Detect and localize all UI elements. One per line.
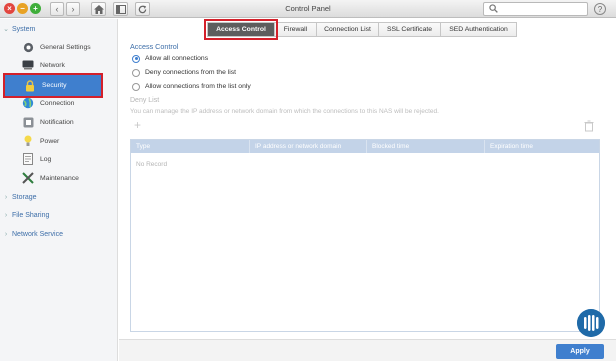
column-header-blocked-time[interactable]: Blocked time: [367, 140, 485, 153]
sidebar-section-network-service[interactable]: › Network Service: [0, 228, 63, 240]
apply-button[interactable]: Apply: [556, 344, 604, 359]
empty-table-message: No Record: [136, 161, 168, 168]
deny-list-title: Deny List: [130, 97, 160, 104]
sidebar-item-network[interactable]: Network: [22, 56, 116, 74]
sidebar-item-label: Log: [40, 155, 52, 163]
sidebar-item-general-settings[interactable]: General Settings: [22, 38, 116, 56]
tab-connection-list[interactable]: Connection List: [317, 22, 379, 37]
deny-list-option[interactable]: Deny connections from the list: [132, 67, 236, 78]
tools-icon: [22, 172, 34, 184]
chevron-right-icon: ›: [4, 193, 8, 201]
sidebar-item-label: General Settings: [40, 43, 91, 51]
tab-firewall[interactable]: Firewall: [275, 22, 317, 37]
sidebar-item-label: Maintenance: [40, 174, 79, 182]
footer-bar: Apply: [119, 339, 616, 361]
table-header: Type IP address or network domain Blocke…: [131, 140, 599, 153]
tab-ssl-certificate[interactable]: SSL Certificate: [379, 22, 441, 37]
chevron-right-icon: ›: [4, 230, 8, 238]
search-icon: [489, 4, 498, 13]
help-button[interactable]: ?: [594, 3, 606, 15]
sidebar-item-connection[interactable]: Connection: [22, 94, 116, 112]
sidebar-item-power[interactable]: Power: [22, 132, 116, 150]
brand-logo-icon: [577, 309, 605, 337]
tab-bar: Access Control Firewall Connection List …: [204, 19, 517, 40]
access-control-title: Access Control: [130, 42, 179, 51]
column-header-ip-address[interactable]: IP address or network domain: [250, 140, 367, 153]
plus-icon: +: [133, 118, 141, 132]
sidebar-section-file-sharing[interactable]: › File Sharing: [0, 209, 50, 221]
deny-list-description: You can manage the IP address or network…: [130, 108, 439, 115]
sidebar-item-label: Security: [42, 82, 67, 89]
tab-sed-authentication[interactable]: SED Authentication: [441, 22, 517, 37]
radio-button[interactable]: [132, 54, 140, 63]
sidebar: ⌄ System General Settings Network Securi…: [0, 19, 118, 361]
sidebar-item-label: Network: [40, 61, 65, 69]
network-icon: [22, 59, 34, 71]
main-content: Access Control Firewall Connection List …: [119, 19, 616, 361]
radio-button[interactable]: [132, 68, 140, 77]
lock-icon: [24, 79, 36, 92]
sidebar-section-label: Network Service: [12, 230, 63, 238]
sidebar-item-label: Connection: [40, 99, 75, 107]
sidebar-item-label: Notification: [40, 118, 74, 126]
add-button[interactable]: +: [130, 119, 145, 132]
power-icon: [22, 135, 34, 147]
log-icon: [22, 153, 34, 165]
globe-icon: [22, 97, 34, 109]
search-input[interactable]: [483, 2, 588, 16]
sidebar-item-maintenance[interactable]: Maintenance: [22, 169, 116, 187]
chevron-right-icon: ›: [4, 211, 8, 219]
allow-all-option[interactable]: Allow all connections: [132, 53, 208, 64]
radio-button[interactable]: [132, 82, 140, 91]
sidebar-section-storage[interactable]: › Storage: [0, 191, 37, 203]
column-header-type[interactable]: Type: [131, 140, 250, 153]
option-label: Allow connections from the list only: [145, 83, 251, 90]
option-label: Allow all connections: [145, 55, 209, 62]
sidebar-section-label: Storage: [12, 193, 37, 201]
deny-list-table: Type IP address or network domain Blocke…: [130, 139, 600, 332]
sidebar-item-log[interactable]: Log: [22, 150, 116, 168]
sidebar-item-label: Power: [40, 137, 60, 145]
trash-icon[interactable]: [583, 120, 595, 132]
chevron-down-icon: ⌄: [3, 26, 9, 33]
sidebar-section-label: File Sharing: [12, 211, 50, 219]
general-settings-icon: [22, 41, 34, 53]
sidebar-section-system[interactable]: ⌄ System: [0, 23, 35, 35]
allow-list-only-option[interactable]: Allow connections from the list only: [132, 81, 251, 92]
column-header-expiration-time[interactable]: Expiration time: [485, 140, 599, 153]
sidebar-item-notification[interactable]: Notification: [22, 113, 116, 131]
tab-access-control[interactable]: Access Control: [204, 19, 278, 40]
option-label: Deny connections from the list: [145, 69, 237, 76]
title-bar: × − + ‹ › Control Panel ?: [0, 0, 616, 18]
notification-icon: [22, 116, 34, 128]
sidebar-section-label: System: [12, 25, 36, 33]
